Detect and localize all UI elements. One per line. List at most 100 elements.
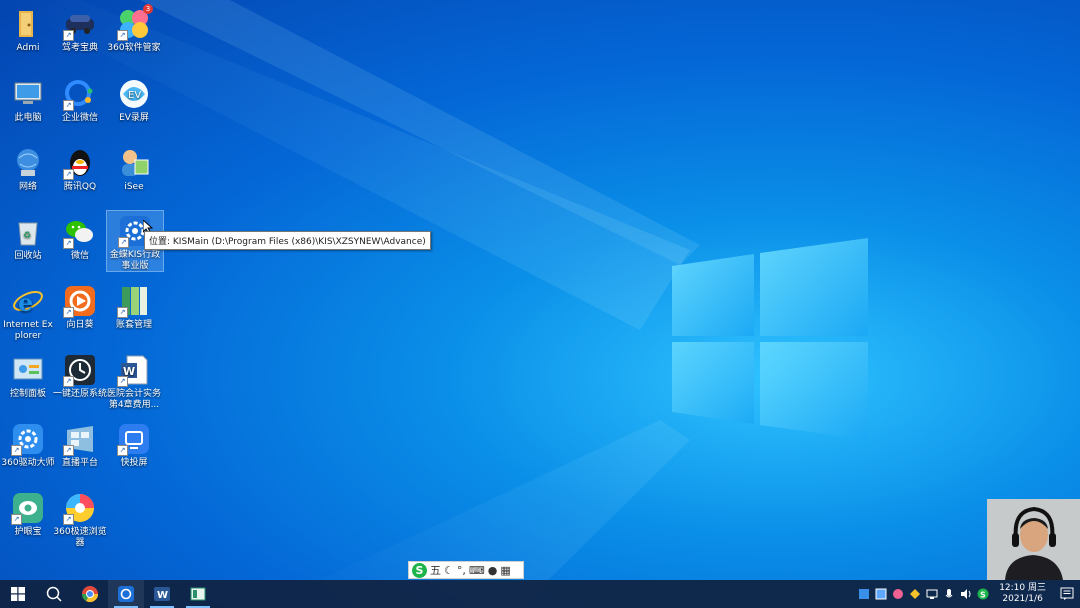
- desktop-icon-label: 直播平台: [61, 458, 98, 468]
- shortcut-arrow-icon: ↗: [63, 376, 74, 387]
- svg-text:W: W: [157, 590, 168, 601]
- 360-manager-icon: 3 ↗: [117, 4, 153, 41]
- tray-app4-icon[interactable]: [906, 580, 923, 608]
- punctuation-icon[interactable]: °,: [457, 564, 466, 577]
- keyboard-icon[interactable]: ⌨: [469, 564, 485, 577]
- webcam-overlay: [987, 499, 1080, 580]
- taskbar-app-button[interactable]: [180, 580, 216, 608]
- search-button[interactable]: [36, 580, 72, 608]
- desktop-icon-admin[interactable]: Admi: [0, 4, 56, 70]
- clock-date: 2021/1/6: [1002, 594, 1043, 604]
- desktop-icon-thispc[interactable]: 此电脑: [0, 74, 56, 140]
- desktop-icon-live[interactable]: ↗ 直播平台: [52, 419, 108, 485]
- word-document-icon: W ↗: [117, 353, 151, 387]
- microphone-icon[interactable]: [940, 580, 957, 608]
- network-icon: [11, 146, 45, 180]
- desktop-icon-controlpanel[interactable]: 控制面板: [0, 350, 56, 416]
- desktop-icon-ie[interactable]: e Internet Explorer: [0, 281, 56, 347]
- desktop-icon-jiakao[interactable]: ↗ 驾考宝典: [52, 4, 108, 70]
- desktop-icon-360browser[interactable]: ↗ 360极速浏览器: [52, 488, 108, 554]
- tray-app3-icon[interactable]: [889, 580, 906, 608]
- desktop-icon-label: EV录屏: [119, 113, 149, 123]
- shortcut-arrow-icon: ↗: [117, 376, 128, 387]
- eye-care-icon: ↗: [11, 491, 45, 525]
- svg-text:S: S: [980, 591, 986, 600]
- taskbar-kis-button[interactable]: [108, 580, 144, 608]
- shortcut-arrow-icon: ↗: [63, 307, 74, 318]
- driver-gear-icon: ↗: [11, 422, 45, 456]
- svg-text:EV: EV: [128, 90, 141, 101]
- desktop-icon-label: iSee: [124, 182, 144, 192]
- action-center-button[interactable]: [1054, 580, 1080, 608]
- shortcut-arrow-icon: ↗: [117, 445, 128, 456]
- shortcut-arrow-icon: ↗: [118, 237, 129, 248]
- desktop-icon-label: 360软件管家: [107, 43, 161, 53]
- shortcut-arrow-icon: ↗: [63, 514, 74, 525]
- shortcut-arrow-icon: ↗: [63, 445, 74, 456]
- ime-toolbar[interactable]: S 五 ☾ °, ⌨ ● ▦: [408, 561, 524, 579]
- desktop-icon-restore[interactable]: ↗ 一键还原系统: [52, 350, 108, 416]
- svg-text:♻: ♻: [23, 231, 31, 241]
- desktop-icon-label: Internet Explorer: [3, 320, 53, 341]
- isee-icon: [117, 146, 151, 180]
- desktop-icon-label: 护眼宝: [14, 527, 42, 537]
- desktop-icon-360manager[interactable]: 3 ↗ 360软件管家: [106, 4, 162, 70]
- sogou-logo-icon[interactable]: S: [412, 562, 427, 578]
- wallpaper-beams: [0, 0, 700, 608]
- desktop-icon-qq[interactable]: ↗ 腾讯QQ: [52, 143, 108, 209]
- shortcut-arrow-icon: ↗: [11, 445, 22, 456]
- desktop-icon-label: 驾考宝典: [61, 43, 98, 53]
- start-button[interactable]: [0, 580, 36, 608]
- tray-app1-icon[interactable]: [855, 580, 872, 608]
- desktop-icon-label: 网络: [18, 182, 37, 192]
- desktop-icon-360driver[interactable]: ↗ 360驱动大师: [0, 419, 56, 485]
- shortcut-arrow-icon: ↗: [117, 30, 128, 41]
- tray-app2-icon[interactable]: [872, 580, 889, 608]
- desktop-icon-label: 360极速浏览器: [53, 527, 107, 548]
- desktop-icon-zhangtao[interactable]: ↗ 账套管理: [106, 281, 162, 347]
- desktop-icon-label: 账套管理: [115, 320, 152, 330]
- speaker-volume-icon[interactable]: [957, 580, 974, 608]
- desktop-icon-label: 360驱动大师: [1, 458, 55, 468]
- desktop-icon-worddoc[interactable]: W ↗ 医院会计实务第4章费用...: [106, 350, 162, 416]
- taskbar-chrome-button[interactable]: [72, 580, 108, 608]
- notification-badge: 3: [143, 4, 153, 14]
- taskbar-clock[interactable]: 12:10 周三 2021/1/6: [991, 583, 1054, 605]
- sogou-tray-icon[interactable]: S: [974, 580, 991, 608]
- computer-icon: [11, 77, 45, 111]
- 360-browser-icon: ↗: [63, 491, 97, 525]
- shortcut-arrow-icon: ↗: [63, 100, 74, 111]
- desktop-icon-eyecare[interactable]: ↗ 护眼宝: [0, 488, 56, 554]
- live-platform-icon: ↗: [63, 422, 97, 456]
- moon-icon[interactable]: ☾: [444, 564, 454, 577]
- svg-text:e: e: [18, 288, 33, 317]
- desktop-icon-wechat[interactable]: ↗ 微信: [52, 212, 108, 278]
- desktop-icon-network[interactable]: 网络: [0, 143, 56, 209]
- desktop-icon-ev[interactable]: EV EV录屏: [106, 74, 162, 140]
- restore-clock-icon: ↗: [63, 353, 97, 387]
- windows-logo-wallpaper: [672, 238, 868, 440]
- desktop-icon-xiangrikui[interactable]: ↗ 向日葵: [52, 281, 108, 347]
- sunflower-remote-icon: ↗: [63, 284, 97, 318]
- user-icon[interactable]: ●: [488, 564, 498, 577]
- desktop-icon-wecom[interactable]: ↗ 企业微信: [52, 74, 108, 140]
- taskbar-word-button[interactable]: W: [144, 580, 180, 608]
- internet-explorer-icon: e: [11, 284, 45, 318]
- desktop-icon-recycle[interactable]: ♻ 回收站: [0, 212, 56, 278]
- windows-start-icon: [11, 587, 25, 601]
- desktop-icon-label: 回收站: [14, 251, 42, 261]
- shortcut-arrow-icon: ↗: [117, 307, 128, 318]
- desktop-icon-label: 此电脑: [14, 113, 42, 123]
- account-books-icon: ↗: [117, 284, 151, 318]
- grid-icon[interactable]: ▦: [500, 564, 510, 577]
- desktop-icon-kuaitou[interactable]: ↗ 快投屏: [106, 419, 162, 485]
- desktop-icon-label: 快投屏: [120, 458, 148, 468]
- window-app-icon: [190, 587, 206, 601]
- desktop-icon-isee[interactable]: iSee: [106, 143, 162, 209]
- network-status-icon[interactable]: [923, 580, 940, 608]
- ime-mode[interactable]: 五: [430, 562, 441, 578]
- ev-recorder-icon: EV: [117, 77, 151, 111]
- system-tray: S 12:10 周三 2021/1/6: [855, 580, 1080, 608]
- shortcut-arrow-icon: ↗: [63, 30, 74, 41]
- desktop-icon-label: 企业微信: [61, 113, 98, 123]
